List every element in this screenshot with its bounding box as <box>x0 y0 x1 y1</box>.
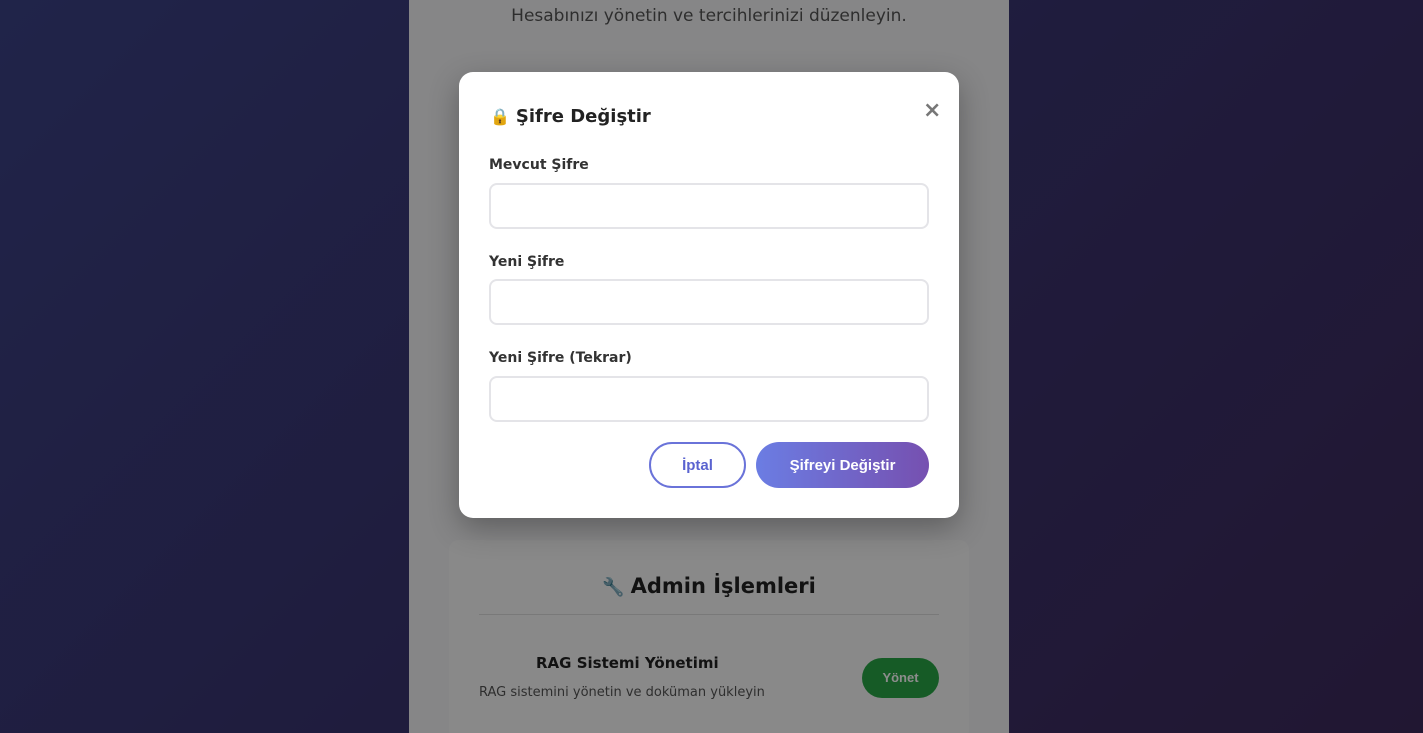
current-password-input[interactable] <box>489 183 929 229</box>
confirm-password-label: Yeni Şifre (Tekrar) <box>489 350 632 366</box>
close-icon[interactable]: × <box>923 100 941 122</box>
modal-title-text: Şifre Değiştir <box>515 106 651 127</box>
change-password-button[interactable]: Şifreyi Değiştir <box>756 442 929 488</box>
new-password-label: Yeni Şifre <box>489 254 565 270</box>
modal-title: 🔒 Şifre Değiştir <box>490 106 651 127</box>
change-password-modal: 🔒 Şifre Değiştir × Mevcut Şifre Yeni Şifr… <box>459 72 959 518</box>
current-password-label: Mevcut Şifre <box>489 157 589 173</box>
lock-icon: 🔒 <box>490 107 510 126</box>
new-password-input[interactable] <box>489 279 929 325</box>
confirm-password-input[interactable] <box>489 376 929 422</box>
cancel-button[interactable]: İptal <box>649 442 746 488</box>
